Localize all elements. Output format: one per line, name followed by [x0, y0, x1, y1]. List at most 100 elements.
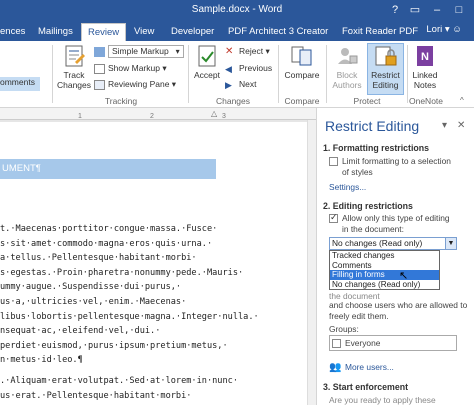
- group-separator: [188, 45, 189, 103]
- ruler-tick: 1: [78, 113, 82, 120]
- markup-display-value: Simple Markup: [108, 45, 184, 58]
- block-authors-label: Block Authors: [332, 70, 362, 90]
- ribbon: omments Track Changes Simple Markup Show…: [0, 41, 474, 108]
- section-editing-heading: 2. Editing restrictions: [323, 201, 413, 211]
- restrict-editing-button[interactable]: Restrict Editing: [367, 43, 404, 95]
- body-line: libus·lobortis·pellentesque·magna.·Integ…: [0, 311, 259, 322]
- everyone-label: Everyone: [345, 338, 381, 348]
- settings-link[interactable]: Settings...: [329, 182, 366, 192]
- track-changes-icon: [61, 44, 87, 68]
- show-markup-icon: [94, 63, 105, 74]
- user-account[interactable]: Lori ▾ ☺: [426, 24, 462, 35]
- close-icon[interactable]: ✕: [457, 120, 465, 131]
- body-line: s·egestas.·Proin·pharetra·nonummy·pede.·…: [0, 267, 244, 278]
- tab-foxit-reader[interactable]: Foxit Reader PDF: [336, 23, 424, 41]
- restrict-editing-pane: Restrict Editing ▾ ✕ 1. Formatting restr…: [316, 108, 474, 405]
- tracking-group-label: Tracking: [104, 96, 138, 106]
- more-users-link[interactable]: More users...: [345, 362, 394, 372]
- body-line: us·erat.·Pellentesque·habitant·morbi·: [0, 390, 192, 401]
- tab-pdf-architect[interactable]: PDF Architect 3 Creator: [222, 23, 334, 41]
- tab-references[interactable]: ences: [0, 23, 31, 41]
- linked-notes-button[interactable]: N Linked Notes: [410, 44, 440, 90]
- changes-group-label: Changes: [215, 96, 251, 106]
- body-line: t.·Maecenas·porttitor·congue·massa.·Fusc…: [0, 224, 218, 234]
- editing-type-select[interactable]: No changes (Read only) ▼: [329, 237, 457, 250]
- users-icon: 👥: [329, 362, 342, 373]
- next-label: Next: [239, 79, 257, 89]
- option-filling-in-forms[interactable]: Filling in forms: [330, 270, 439, 280]
- exceptions-description: and choose users who are allowed to free…: [329, 300, 467, 321]
- lock-icon: [373, 44, 399, 68]
- accept-button[interactable]: Accept: [191, 44, 223, 80]
- group-separator: [326, 45, 327, 103]
- show-comments-button[interactable]: omments: [0, 77, 40, 91]
- reject-button[interactable]: ✕ Reject ▾: [225, 44, 270, 58]
- restrict-editing-label: Restrict Editing: [371, 70, 400, 90]
- help-button[interactable]: ?: [384, 2, 406, 18]
- right-indent-marker[interactable]: △: [211, 109, 217, 118]
- reviewing-pane-button[interactable]: Reviewing Pane ▾: [94, 77, 176, 91]
- limit-formatting-label: Limit formatting to a selection of style…: [342, 156, 451, 177]
- tab-developer[interactable]: Developer: [165, 23, 220, 41]
- compare-button[interactable]: Compare: [281, 44, 323, 80]
- section-formatting-heading: 1. Formatting restrictions: [323, 143, 430, 153]
- body-line: .·Aliquam·erat·volutpat.·Sed·at·lorem·in…: [0, 376, 238, 386]
- track-changes-button[interactable]: Track Changes: [56, 44, 92, 90]
- accept-label: Accept: [194, 70, 220, 80]
- tab-mailings[interactable]: Mailings: [32, 23, 79, 41]
- block-authors-button[interactable]: Block Authors: [329, 44, 365, 90]
- title-bar: Sample.docx - Word ? ▭ – □: [0, 0, 474, 21]
- limit-formatting-label-line2: of styles: [342, 166, 373, 177]
- show-markup-button[interactable]: Show Markup ▾: [94, 61, 167, 75]
- compare-icon: [289, 44, 315, 68]
- body-line: n·metus·id·leo.¶: [0, 355, 83, 366]
- reject-icon: ✕: [225, 45, 234, 57]
- smiley-icon[interactable]: ☺: [452, 24, 462, 35]
- body-line: perdiet·euismod,·purus·ipsum·pretium·met…: [0, 340, 228, 351]
- maximize-button[interactable]: □: [448, 2, 470, 18]
- previous-icon: ◀: [225, 63, 232, 74]
- editing-type-dropdown: Tracked changes Comments Filling in form…: [329, 250, 440, 290]
- previous-label: Previous: [239, 63, 273, 73]
- group-separator: [278, 45, 279, 103]
- show-markup-label: Show Markup: [108, 63, 160, 73]
- show-comments-label: omments: [0, 77, 35, 87]
- everyone-checkbox[interactable]: [332, 339, 341, 348]
- onenote-group-label: OneNote: [408, 96, 444, 106]
- chevron-down-icon[interactable]: ▼: [445, 238, 456, 249]
- reviewing-pane-icon: [94, 79, 105, 90]
- option-tracked-changes[interactable]: Tracked changes: [330, 251, 439, 261]
- linked-notes-label: Linked Notes: [412, 70, 438, 90]
- pane-title: Restrict Editing: [325, 118, 420, 134]
- track-changes-label: Track Changes: [56, 70, 92, 90]
- ruler-tick: 3: [222, 113, 226, 120]
- enforcement-description: Are you ready to apply these: [329, 395, 436, 405]
- allow-editing-label-line2: in the document:: [342, 223, 404, 234]
- markup-display-select[interactable]: Simple Markup: [94, 44, 184, 58]
- allow-editing-checkbox[interactable]: [329, 212, 338, 223]
- previous-change-button[interactable]: ◀ Previous: [225, 61, 272, 75]
- minimize-button[interactable]: –: [426, 2, 448, 18]
- next-icon: ▶: [225, 79, 232, 90]
- tab-review[interactable]: Review: [81, 23, 127, 41]
- tab-view[interactable]: View: [128, 23, 160, 41]
- protect-group-label: Protect: [353, 96, 381, 106]
- document-page[interactable]: UMENT¶ t.·Maecenas·porttitor·congue·mass…: [0, 122, 312, 405]
- ribbon-tabs: ences Mailings Review View Developer PDF…: [0, 21, 474, 41]
- horizontal-ruler[interactable]: 1 2 3 △: [0, 108, 316, 120]
- user-name: Lori: [426, 24, 443, 35]
- block-authors-icon: [334, 44, 360, 68]
- option-no-changes[interactable]: No changes (Read only): [330, 280, 439, 290]
- section-enforcement-heading: 3. Start enforcement: [323, 382, 409, 392]
- vertical-scrollbar[interactable]: [307, 120, 316, 405]
- group-separator: [407, 45, 408, 103]
- ribbon-options-button[interactable]: ▭: [404, 2, 426, 18]
- pane-options-icon[interactable]: ▾: [442, 120, 447, 131]
- collapse-ribbon-icon[interactable]: ^: [460, 96, 464, 105]
- next-change-button[interactable]: ▶ Next: [225, 77, 256, 91]
- limit-formatting-checkbox[interactable]: [329, 157, 338, 166]
- allow-editing-label: Allow only this type of editing in the d…: [342, 213, 450, 234]
- exceptions-description-line1: and choose users who are allowed to: [329, 300, 468, 310]
- option-comments[interactable]: Comments: [330, 261, 439, 271]
- limit-formatting-label-line1: Limit formatting to a selection: [342, 156, 451, 166]
